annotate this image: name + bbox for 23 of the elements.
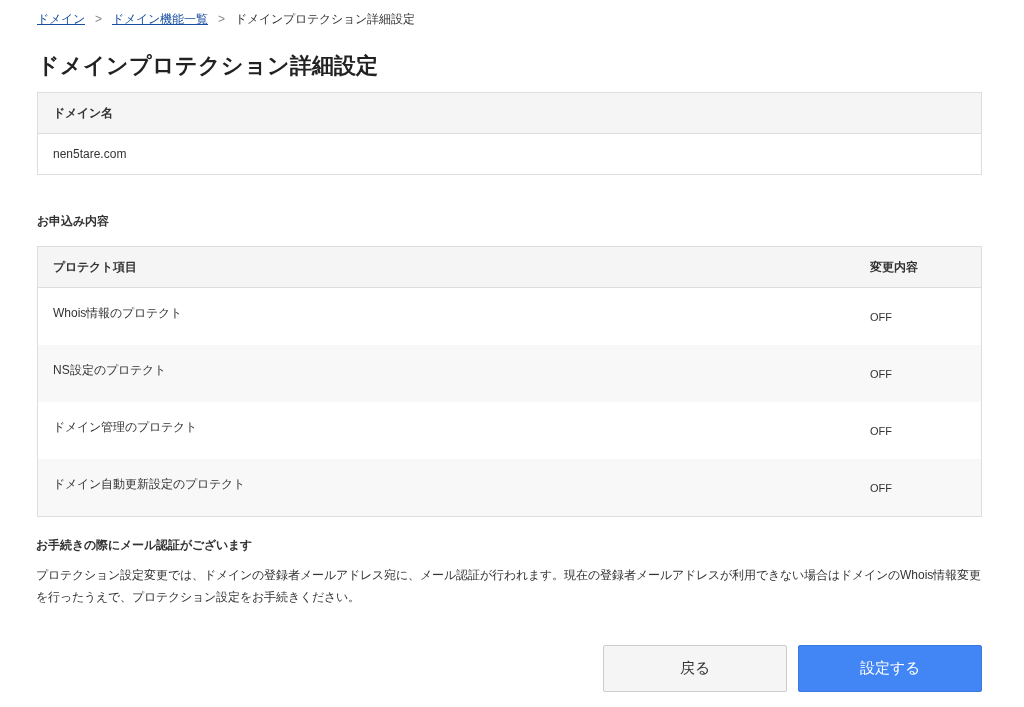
table-cell-text: NS設定のプロテクト xyxy=(53,362,167,379)
table-cell-text: OFF xyxy=(870,424,893,439)
table-cell-text: Whois情報のプロテクト xyxy=(53,305,184,322)
table-cell-text: ドメイン自動更新設定のプロテクト xyxy=(53,476,246,493)
breadcrumb-separator: > xyxy=(218,11,226,28)
table-cell-text: OFF xyxy=(870,367,893,382)
domain-name: nen5tare.com xyxy=(53,146,127,163)
section-title: お申込み内容 xyxy=(37,213,110,230)
breadcrumb-link[interactable]: ドメイン xyxy=(37,10,85,28)
column-header: ドメイン名 xyxy=(53,105,113,122)
submit-button[interactable]: 設定する xyxy=(798,645,982,692)
breadcrumb-current: ドメインプロテクション詳細設定 xyxy=(235,11,416,28)
notice-title: お手続きの際にメール認証がございます xyxy=(36,537,253,554)
column-header: 変更内容 xyxy=(870,259,919,276)
table-cell-text: OFF xyxy=(870,481,893,496)
notice-text: プロテクション設定変更では、ドメインの登録者メールアドレス宛に、メール認証が行われます。現在の登録者メールアドレスが利用できない場合はドメインのWhois情報変更を行ったうえで、プロテクション設定をお手続きください。 xyxy=(36,567,982,606)
back-button[interactable]: 戻る xyxy=(603,645,787,692)
table-cell-text: OFF xyxy=(870,310,893,325)
table-cell-text: ドメイン管理のプロテクト xyxy=(53,419,198,436)
breadcrumb-link[interactable]: ドメイン機能一覧 xyxy=(112,10,208,28)
breadcrumb-separator: > xyxy=(95,11,102,28)
page-title: ドメインプロテクション詳細設定 xyxy=(37,51,379,80)
column-header: プロテクト項目 xyxy=(53,259,138,276)
